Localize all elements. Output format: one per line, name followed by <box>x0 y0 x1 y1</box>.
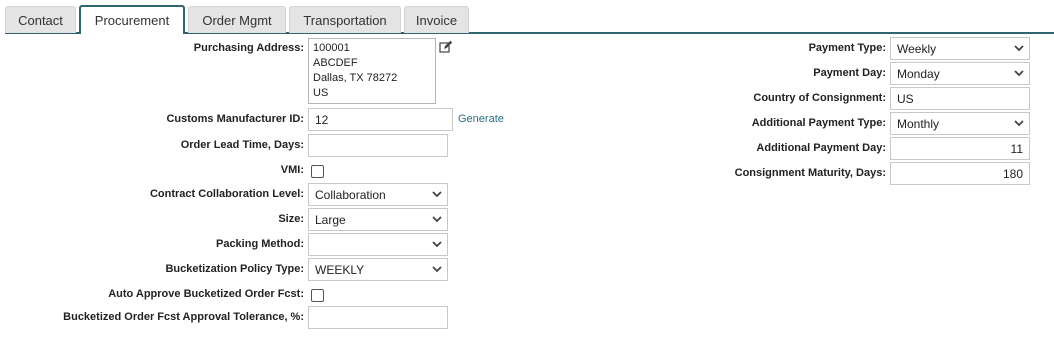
chevron-down-icon <box>1009 113 1029 134</box>
address-line: ABCDEF <box>313 57 358 69</box>
chevron-down-icon <box>427 259 447 280</box>
consignment-maturity-label: Consignment Maturity, Days: <box>734 167 886 179</box>
chevron-down-icon <box>427 184 447 205</box>
packing-method-label: Packing Method: <box>215 238 304 250</box>
bucketization-policy-type-label: Bucketization Policy Type: <box>165 263 304 275</box>
chevron-down-icon <box>1009 63 1029 84</box>
tab-label: Invoice <box>415 12 458 28</box>
approval-tolerance-input[interactable] <box>308 306 448 329</box>
country-of-consignment-label: Country of Consignment: <box>753 92 886 104</box>
packing-method-select[interactable] <box>308 233 448 256</box>
additional-payment-day-input[interactable]: 11 <box>890 137 1030 160</box>
generate-link[interactable]: Generate <box>458 113 504 125</box>
vmi-label: VMI: <box>280 164 304 176</box>
country-of-consignment-value: US <box>897 91 914 106</box>
tab-bar: Contact Procurement Order Mgmt Transport… <box>0 0 1054 34</box>
bucketization-policy-type-value: WEEKLY <box>315 262 365 277</box>
tab-label: Order Mgmt <box>202 12 272 28</box>
auto-approve-label: Auto Approve Bucketized Order Fcst: <box>108 288 304 300</box>
order-lead-time-label: Order Lead Time, Days: <box>180 139 304 151</box>
tab-label: Procurement <box>94 13 170 28</box>
country-of-consignment-input[interactable]: US <box>890 87 1030 110</box>
address-line: Dallas, TX 78272 <box>313 72 398 84</box>
auto-approve-checkbox[interactable] <box>311 289 324 302</box>
address-line: US <box>313 87 329 99</box>
size-select[interactable]: Large <box>308 208 448 231</box>
additional-payment-type-select[interactable]: Monthly <box>890 112 1030 135</box>
purchasing-address-box: 100001 ABCDEF Dallas, TX 78272 US <box>308 38 436 104</box>
customs-manufacturer-id-label: Customs Manufacturer ID: <box>166 113 304 125</box>
additional-payment-type-value: Monthly <box>897 116 940 131</box>
customs-manufacturer-id-input[interactable]: 12 <box>308 108 453 131</box>
consignment-maturity-value: 180 <box>1002 166 1023 181</box>
contract-collaboration-level-value: Collaboration <box>315 187 386 202</box>
tab-label: Contact <box>18 12 63 28</box>
payment-day-select[interactable]: Monday <box>890 62 1030 85</box>
edit-icon[interactable] <box>439 40 453 54</box>
size-label: Size: <box>278 213 304 225</box>
vmi-checkbox[interactable] <box>311 165 324 178</box>
additional-payment-day-label: Additional Payment Day: <box>756 142 886 154</box>
contract-collaboration-level-label: Contract Collaboration Level: <box>149 188 304 200</box>
additional-payment-day-value: 11 <box>1010 141 1023 156</box>
payment-type-select[interactable]: Weekly <box>890 37 1030 60</box>
payment-type-label: Payment Type: <box>808 42 886 54</box>
bucketization-policy-type-select[interactable]: WEEKLY <box>308 258 448 281</box>
tab-procurement[interactable]: Procurement <box>79 5 185 34</box>
payment-day-label: Payment Day: <box>813 67 886 79</box>
consignment-maturity-input[interactable]: 180 <box>890 162 1030 185</box>
address-line: 100001 <box>313 42 350 54</box>
contract-collaboration-level-select[interactable]: Collaboration <box>308 183 448 206</box>
payment-day-value: Monday <box>897 66 940 81</box>
tab-invoice[interactable]: Invoice <box>404 6 469 33</box>
customs-manufacturer-id-value: 12 <box>315 112 329 127</box>
size-value: Large <box>315 212 346 227</box>
tab-contact[interactable]: Contact <box>5 6 76 33</box>
chevron-down-icon <box>427 234 447 255</box>
tab-label: Transportation <box>303 12 387 28</box>
additional-payment-type-label: Additional Payment Type: <box>751 117 886 129</box>
chevron-down-icon <box>427 209 447 230</box>
purchasing-address-label: Purchasing Address: <box>193 42 304 54</box>
approval-tolerance-label: Bucketized Order Fcst Approval Tolerance… <box>63 311 304 323</box>
order-lead-time-input[interactable] <box>308 134 448 157</box>
tab-order-mgmt[interactable]: Order Mgmt <box>188 6 286 33</box>
chevron-down-icon <box>1009 38 1029 59</box>
payment-type-value: Weekly <box>897 41 937 56</box>
tab-transportation[interactable]: Transportation <box>289 6 401 33</box>
